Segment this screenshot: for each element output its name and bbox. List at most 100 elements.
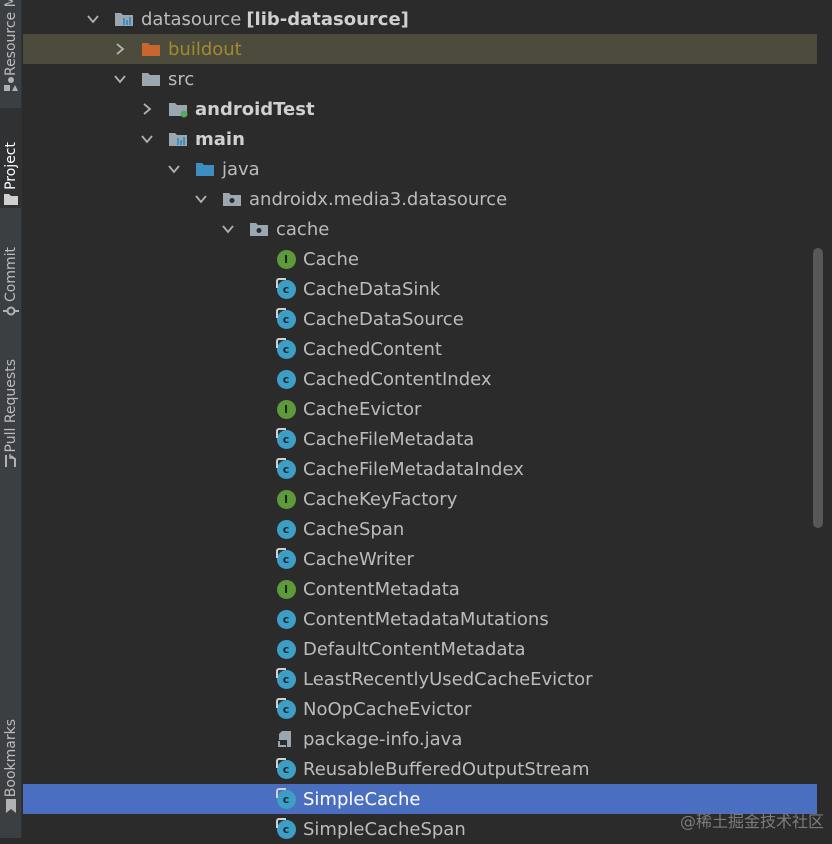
toolwindow-label: Pull Requests xyxy=(3,358,19,452)
tree-row[interactable]: I Cache xyxy=(23,244,817,274)
vertical-scrollbar[interactable] xyxy=(813,248,823,528)
toolwindow-tab-pull-requests[interactable]: Pull Requests xyxy=(0,340,22,470)
tree-row[interactable]: java xyxy=(23,154,817,184)
tree-row-label: cache xyxy=(276,218,330,240)
tree-row-label: NoOpCacheEvictor xyxy=(303,698,472,720)
chevron-down-icon[interactable] xyxy=(194,189,208,209)
tree-row-label: CachedContent xyxy=(303,338,442,360)
tree-row[interactable]: I ContentMetadata xyxy=(23,574,817,604)
toolwindow-tab-commit[interactable]: Commit xyxy=(0,220,22,320)
tree-row[interactable]: c CacheFileMetadata xyxy=(23,424,817,454)
excluded-folder-icon xyxy=(140,38,162,60)
toolwindow-tab-bookmarks[interactable]: Bookmarks xyxy=(0,690,22,815)
tree-row[interactable]: I CacheKeyFactory xyxy=(23,484,817,514)
tree-row-label: CacheDataSource xyxy=(303,308,464,330)
tree-row-label: src xyxy=(168,68,195,90)
tree-row[interactable]: c ContentMetadataMutations xyxy=(23,604,817,634)
shapes-icon xyxy=(0,76,22,92)
tree-row[interactable]: src xyxy=(23,64,817,94)
tree-row-label: package-info.java xyxy=(303,728,463,750)
tree-row-label: CacheWriter xyxy=(303,548,414,570)
watermark: @稀土掘金技术社区 xyxy=(679,812,824,831)
tree-row-label: CacheFileMetadataIndex xyxy=(303,458,524,480)
class-icon: c xyxy=(275,338,297,360)
tree-row[interactable]: c CacheSpan xyxy=(23,514,817,544)
toolwindow-tab-project[interactable]: Project xyxy=(0,108,22,208)
toolwindow-tab-resource-manager[interactable]: Resource Manager xyxy=(0,0,22,92)
tree-row-label: CacheFileMetadata xyxy=(303,428,475,450)
tree-row[interactable]: c CacheFileMetadataIndex xyxy=(23,454,817,484)
module-folder-icon xyxy=(167,128,189,150)
class-icon: c xyxy=(275,308,297,330)
tree-row[interactable]: c NoOpCacheEvictor xyxy=(23,694,817,724)
chevron-down-icon[interactable] xyxy=(113,69,127,89)
chevron-down-icon[interactable] xyxy=(86,9,100,29)
tree-row-label: androidx.media3.datasource xyxy=(249,188,508,210)
tree-row-label: CacheSpan xyxy=(303,518,405,540)
class-icon: c xyxy=(275,368,297,390)
project-tree: datasource [lib-datasource] buildout src and… xyxy=(23,4,817,844)
module-folder-icon xyxy=(113,8,135,30)
tree-row-label: java xyxy=(222,158,260,180)
tree-row[interactable]: c CacheDataSink xyxy=(23,274,817,304)
tree-row-label: SimpleCacheSpan xyxy=(303,818,466,840)
interface-icon: I xyxy=(275,248,297,270)
class-icon: c xyxy=(275,788,297,810)
test-folder-icon xyxy=(167,98,189,120)
tree-row[interactable]: datasource [lib-datasource] xyxy=(23,4,817,34)
class-icon: c xyxy=(275,548,297,570)
tree-row[interactable]: c CachedContent xyxy=(23,334,817,364)
toolwindow-label: Project xyxy=(3,142,19,190)
tree-row[interactable]: I CacheEvictor xyxy=(23,394,817,424)
class-icon: c xyxy=(275,458,297,480)
interface-icon: I xyxy=(275,398,297,420)
class-icon: c xyxy=(275,608,297,630)
module-qualifier: [lib-datasource] xyxy=(246,8,409,30)
pull-request-icon xyxy=(0,452,22,470)
tree-row-label: Cache xyxy=(303,248,359,270)
class-icon: c xyxy=(275,818,297,840)
commit-icon xyxy=(0,302,22,320)
tree-row[interactable]: cache xyxy=(23,214,817,244)
chevron-down-icon[interactable] xyxy=(221,219,235,239)
chevron-right-icon[interactable] xyxy=(113,39,127,59)
tree-row-label: buildout xyxy=(168,38,242,60)
toolwindow-label: Bookmarks xyxy=(3,718,19,797)
tree-row-label: datasource xyxy=(141,8,242,30)
class-icon: c xyxy=(275,758,297,780)
class-icon: c xyxy=(275,278,297,300)
tree-row-label: CacheDataSink xyxy=(303,278,441,300)
tree-row-label: main xyxy=(195,128,245,150)
tree-row-label: ContentMetadataMutations xyxy=(303,608,549,630)
folder-icon xyxy=(0,190,22,208)
package-icon xyxy=(248,218,270,240)
folder-icon xyxy=(140,68,162,90)
tree-row-label: LeastRecentlyUsedCacheEvictor xyxy=(303,668,593,690)
tree-row-label: DefaultContentMetadata xyxy=(303,638,526,660)
tree-row[interactable]: androidTest xyxy=(23,94,817,124)
tree-row[interactable]: package-info.java xyxy=(23,724,817,754)
tree-row-label: ContentMetadata xyxy=(303,578,460,600)
tree-row[interactable]: c DefaultContentMetadata xyxy=(23,634,817,664)
tree-row-label: SimpleCache xyxy=(303,788,421,810)
toolwindow-label: Resource Manager xyxy=(3,0,19,76)
toolwindow-label: Commit xyxy=(3,247,19,302)
tree-row[interactable]: c CachedContentIndex xyxy=(23,364,817,394)
tree-row-label: androidTest xyxy=(195,98,315,120)
chevron-down-icon[interactable] xyxy=(167,159,181,179)
tree-row[interactable]: c LeastRecentlyUsedCacheEvictor xyxy=(23,664,817,694)
interface-icon: I xyxy=(275,578,297,600)
tree-row-label: ReusableBufferedOutputStream xyxy=(303,758,590,780)
tree-row[interactable]: c ReusableBufferedOutputStream xyxy=(23,754,817,784)
interface-icon: I xyxy=(275,488,297,510)
tree-row[interactable]: c CacheDataSource xyxy=(23,304,817,334)
tree-row[interactable]: buildout xyxy=(23,34,817,64)
chevron-down-icon[interactable] xyxy=(140,129,154,149)
tree-row[interactable]: androidx.media3.datasource xyxy=(23,184,817,214)
tree-row-label: CachedContentIndex xyxy=(303,368,492,390)
tree-row[interactable]: main xyxy=(23,124,817,154)
package-icon xyxy=(221,188,243,210)
class-icon: c xyxy=(275,428,297,450)
chevron-right-icon[interactable] xyxy=(140,99,154,119)
tree-row[interactable]: c CacheWriter xyxy=(23,544,817,574)
